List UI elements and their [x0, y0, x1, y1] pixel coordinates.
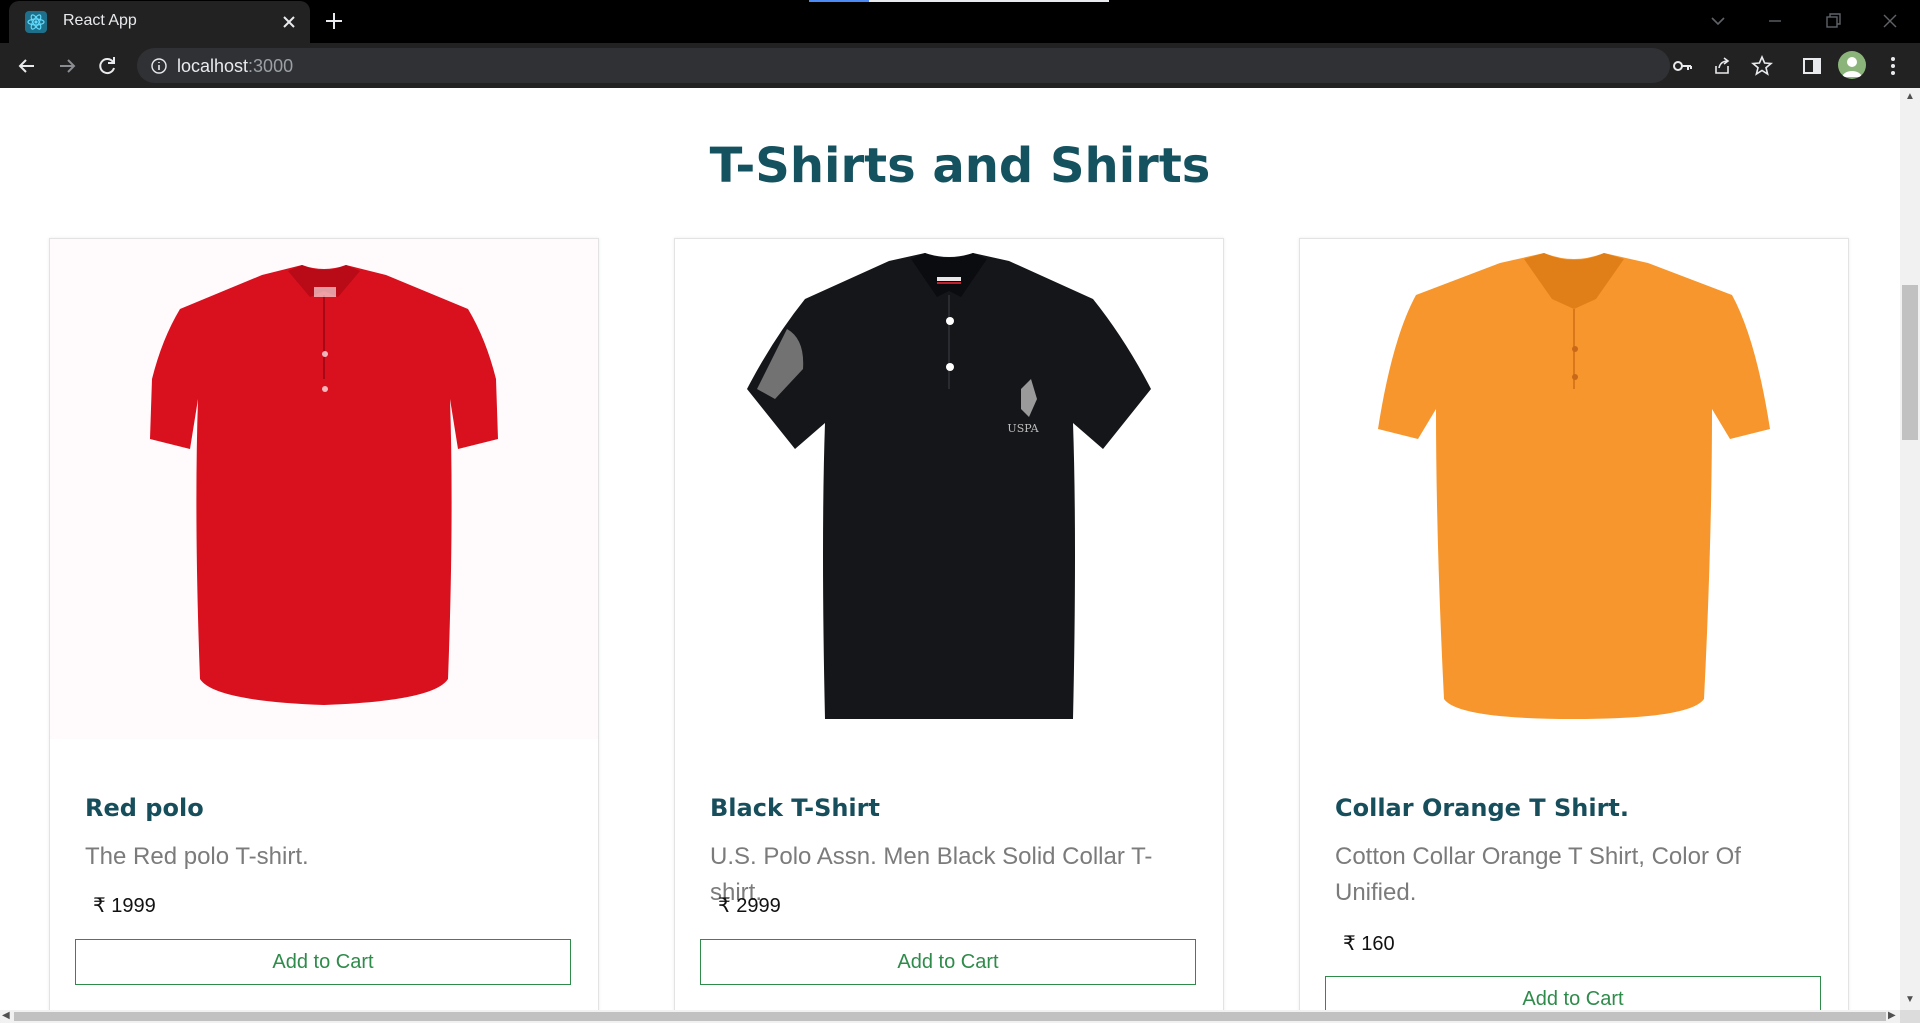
back-icon[interactable] — [14, 53, 40, 79]
key-icon[interactable] — [1671, 55, 1693, 77]
forward-icon[interactable] — [54, 53, 80, 79]
add-to-cart-button[interactable]: Add to Cart — [700, 939, 1196, 985]
price-value: 2999 — [736, 895, 781, 917]
product-image — [1378, 253, 1770, 719]
product-card-red-polo: Red polo The Red polo T-shirt. ₹ 1999 Ad… — [49, 238, 599, 1010]
profile-icon — [1842, 57, 1862, 77]
close-icon[interactable] — [280, 13, 298, 31]
loading-indicator — [809, 0, 869, 2]
product-description: U.S. Polo Assn. Men Black Solid Collar T… — [710, 843, 1153, 906]
product-price: ₹ 2999 — [718, 893, 781, 918]
restore-icon[interactable] — [1820, 8, 1846, 34]
product-price: ₹ 160 — [1343, 931, 1395, 956]
reload-icon[interactable] — [94, 53, 120, 79]
react-icon — [25, 11, 47, 33]
avatar[interactable] — [1838, 51, 1866, 79]
close-window-icon[interactable] — [1877, 8, 1903, 34]
scroll-up-icon[interactable]: ▲ — [1905, 92, 1915, 102]
browser-toolbar: localhost:3000 — [0, 43, 1920, 88]
url-text[interactable]: localhost:3000 — [177, 56, 293, 77]
scroll-left-icon[interactable]: ◀ — [2, 1011, 10, 1021]
horizontal-scroll-thumb[interactable] — [14, 1012, 1886, 1021]
new-tab-icon[interactable] — [323, 10, 345, 32]
vertical-scrollbar[interactable] — [1900, 88, 1920, 1010]
add-to-cart-button[interactable]: Add to Cart — [1325, 976, 1821, 1010]
rupee-icon: ₹ — [718, 895, 731, 917]
url-host: localhost — [177, 56, 249, 76]
rupee-icon: ₹ — [93, 895, 106, 917]
product-title: Black T-Shirt — [710, 794, 880, 822]
scroll-down-icon[interactable]: ▼ — [1905, 995, 1915, 1005]
url-port: :3000 — [248, 56, 294, 76]
side-panel-icon[interactable] — [1799, 53, 1825, 79]
product-price: ₹ 1999 — [93, 893, 156, 918]
product-description: Cotton Collar Orange T Shirt, Color Of U… — [1335, 843, 1741, 906]
menu-icon[interactable] — [1880, 53, 1906, 79]
product-description: The Red polo T-shirt. — [85, 843, 309, 870]
share-icon[interactable] — [1711, 55, 1733, 77]
product-title: Red polo — [85, 794, 204, 822]
tab-title: React App — [63, 12, 137, 29]
minimize-icon[interactable] — [1762, 8, 1788, 34]
page-title: T-Shirts and Shirts — [709, 138, 1211, 194]
price-value: 160 — [1361, 933, 1395, 955]
scroll-right-icon[interactable]: ▶ — [1888, 1011, 1896, 1021]
vertical-scroll-thumb[interactable] — [1902, 285, 1918, 440]
browser-tab-active[interactable]: React App — [9, 1, 310, 43]
rupee-icon: ₹ — [1343, 933, 1356, 955]
uspa-logo: USPA — [1007, 422, 1039, 435]
add-to-cart-button[interactable]: Add to Cart — [75, 939, 571, 985]
page-viewport: T-Shirts and Shirts Red polo The Red pol… — [0, 88, 1900, 1010]
tab-search-icon[interactable] — [1705, 8, 1731, 34]
product-title: Collar Orange T Shirt. — [1335, 794, 1630, 822]
info-icon[interactable] — [150, 57, 168, 75]
price-value: 1999 — [111, 895, 156, 917]
product-image: USPA — [747, 253, 1151, 719]
scrollbar-corner — [1900, 1010, 1920, 1023]
product-card-black-tshirt: USPA Black T-Shirt U.S. Polo Assn. Men B… — [674, 238, 1224, 1010]
tab-strip: React App — [0, 0, 1920, 43]
bookmark-star-icon[interactable] — [1751, 55, 1773, 77]
product-card-orange-tshirt: Collar Orange T Shirt. Cotton Collar Ora… — [1299, 238, 1849, 1010]
address-bar[interactable]: localhost:3000 — [137, 48, 1773, 83]
product-image — [50, 239, 598, 739]
